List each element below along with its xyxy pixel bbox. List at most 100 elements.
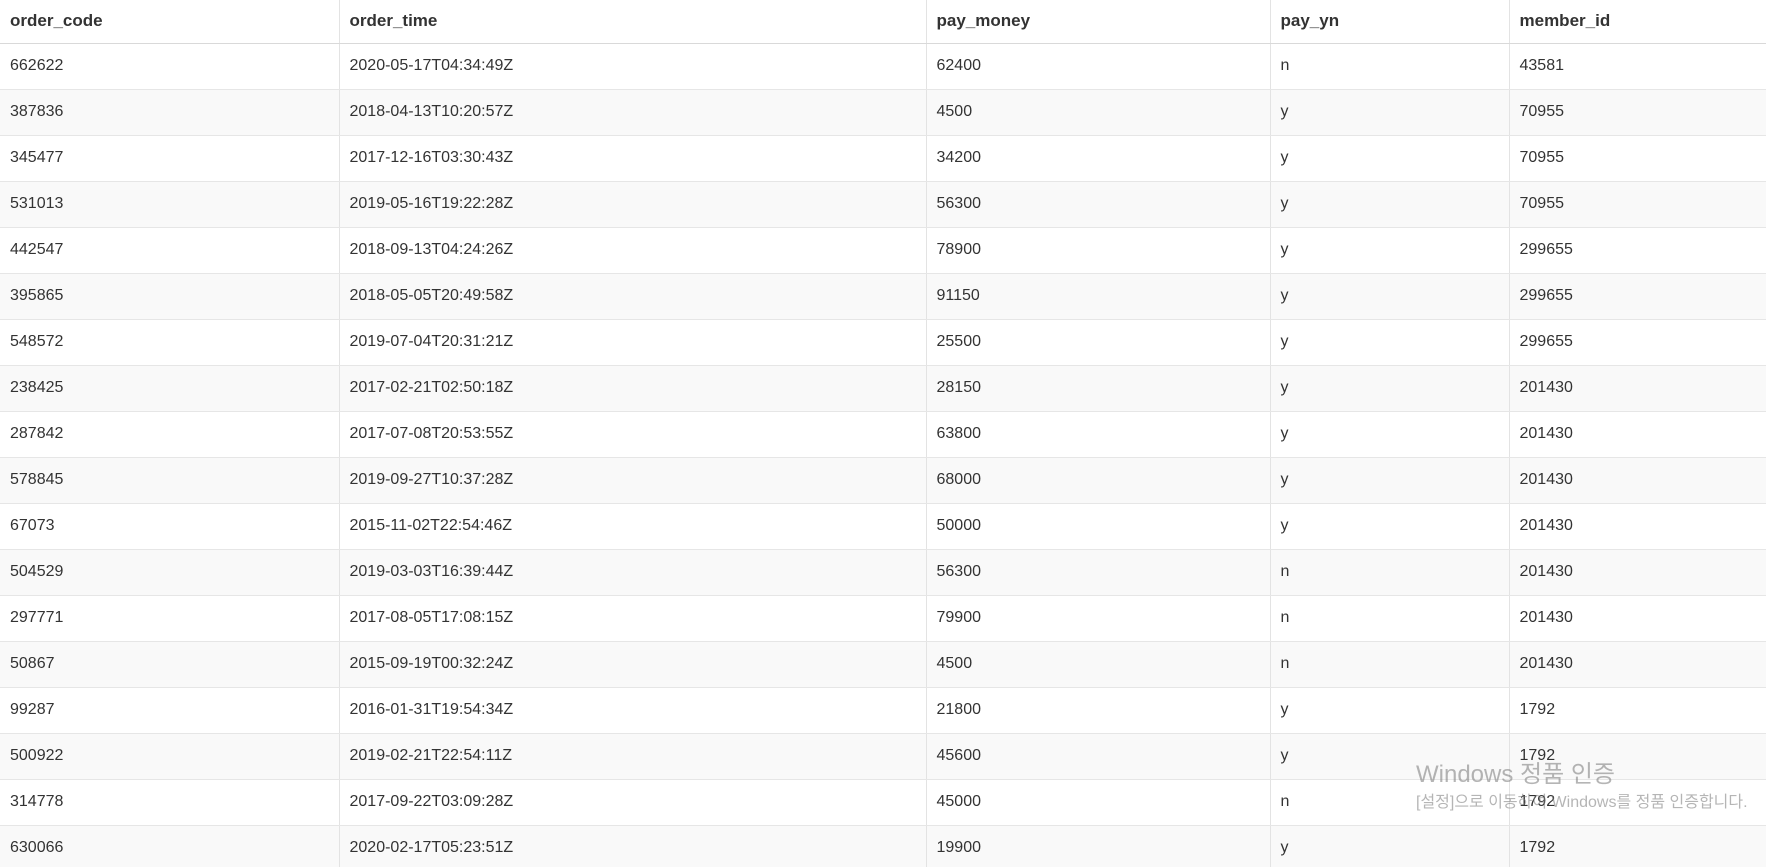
- cell-member-id: 201430: [1508, 457, 1766, 504]
- results-viewport: order_code order_time pay_money pay_yn m…: [0, 0, 1766, 867]
- cell-pay-money: 91150: [925, 273, 1270, 320]
- cell-pay-money: 34200: [925, 135, 1270, 182]
- table-row[interactable]: 287842 2017-07-08T20:53:55Z 63800 y 201430: [0, 411, 1766, 458]
- cell-pay-money: 4500: [925, 89, 1270, 136]
- cell-member-id: 1792: [1508, 733, 1766, 780]
- cell-pay-money: 56300: [925, 181, 1270, 228]
- table-row[interactable]: 314778 2017-09-22T03:09:28Z 45000 n 1792: [0, 779, 1766, 826]
- cell-member-id: 1792: [1508, 779, 1766, 826]
- cell-order-code: 662622: [0, 43, 339, 90]
- cell-member-id: 201430: [1508, 365, 1766, 412]
- cell-order-code: 500922: [0, 733, 339, 780]
- table-row[interactable]: 99287 2016-01-31T19:54:34Z 21800 y 1792: [0, 687, 1766, 734]
- cell-order-time: 2016-01-31T19:54:34Z: [338, 687, 926, 734]
- cell-pay-yn: y: [1269, 411, 1509, 458]
- table-row[interactable]: 548572 2019-07-04T20:31:21Z 25500 y 299655: [0, 319, 1766, 366]
- cell-order-code: 297771: [0, 595, 339, 642]
- cell-order-time: 2020-05-17T04:34:49Z: [338, 43, 926, 90]
- cell-order-code: 504529: [0, 549, 339, 596]
- cell-order-time: 2017-02-21T02:50:18Z: [338, 365, 926, 412]
- table-row[interactable]: 67073 2015-11-02T22:54:46Z 50000 y 201430: [0, 503, 1766, 550]
- cell-member-id: 299655: [1508, 319, 1766, 366]
- column-header-member-id[interactable]: member_id: [1508, 0, 1766, 44]
- cell-order-time: 2017-12-16T03:30:43Z: [338, 135, 926, 182]
- cell-order-time: 2019-09-27T10:37:28Z: [338, 457, 926, 504]
- cell-order-code: 578845: [0, 457, 339, 504]
- table-row[interactable]: 630066 2020-02-17T05:23:51Z 19900 y 1792: [0, 825, 1766, 867]
- cell-pay-yn: y: [1269, 733, 1509, 780]
- header-row: order_code order_time pay_money pay_yn m…: [0, 0, 1766, 44]
- cell-member-id: 43581: [1508, 43, 1766, 90]
- cell-pay-money: 78900: [925, 227, 1270, 274]
- cell-pay-yn: n: [1269, 43, 1509, 90]
- column-header-order-time[interactable]: order_time: [338, 0, 926, 44]
- cell-pay-money: 79900: [925, 595, 1270, 642]
- cell-order-time: 2019-07-04T20:31:21Z: [338, 319, 926, 366]
- cell-member-id: 70955: [1508, 89, 1766, 136]
- cell-pay-yn: y: [1269, 273, 1509, 320]
- cell-member-id: 70955: [1508, 135, 1766, 182]
- cell-pay-yn: y: [1269, 89, 1509, 136]
- cell-member-id: 201430: [1508, 411, 1766, 458]
- cell-pay-money: 62400: [925, 43, 1270, 90]
- cell-order-code: 630066: [0, 825, 339, 867]
- table-row[interactable]: 442547 2018-09-13T04:24:26Z 78900 y 299655: [0, 227, 1766, 274]
- table-row[interactable]: 238425 2017-02-21T02:50:18Z 28150 y 201430: [0, 365, 1766, 412]
- table-row[interactable]: 50867 2015-09-19T00:32:24Z 4500 n 201430: [0, 641, 1766, 688]
- cell-order-code: 395865: [0, 273, 339, 320]
- cell-order-time: 2017-09-22T03:09:28Z: [338, 779, 926, 826]
- cell-order-time: 2017-07-08T20:53:55Z: [338, 411, 926, 458]
- cell-pay-yn: y: [1269, 365, 1509, 412]
- cell-member-id: 201430: [1508, 549, 1766, 596]
- cell-pay-yn: n: [1269, 595, 1509, 642]
- cell-order-time: 2015-09-19T00:32:24Z: [338, 641, 926, 688]
- cell-order-time: 2017-08-05T17:08:15Z: [338, 595, 926, 642]
- cell-pay-money: 68000: [925, 457, 1270, 504]
- cell-order-time: 2018-04-13T10:20:57Z: [338, 89, 926, 136]
- table-row[interactable]: 578845 2019-09-27T10:37:28Z 68000 y 201430: [0, 457, 1766, 504]
- table-row[interactable]: 297771 2017-08-05T17:08:15Z 79900 n 201430: [0, 595, 1766, 642]
- cell-order-code: 67073: [0, 503, 339, 550]
- cell-order-code: 287842: [0, 411, 339, 458]
- cell-order-code: 345477: [0, 135, 339, 182]
- cell-order-code: 50867: [0, 641, 339, 688]
- table-row[interactable]: 395865 2018-05-05T20:49:58Z 91150 y 299655: [0, 273, 1766, 320]
- cell-pay-money: 63800: [925, 411, 1270, 458]
- column-header-pay-yn[interactable]: pay_yn: [1269, 0, 1509, 44]
- cell-member-id: 299655: [1508, 273, 1766, 320]
- cell-order-time: 2019-03-03T16:39:44Z: [338, 549, 926, 596]
- cell-order-code: 548572: [0, 319, 339, 366]
- cell-order-time: 2020-02-17T05:23:51Z: [338, 825, 926, 867]
- column-header-order-code[interactable]: order_code: [0, 0, 339, 44]
- cell-pay-yn: y: [1269, 135, 1509, 182]
- cell-member-id: 299655: [1508, 227, 1766, 274]
- cell-pay-money: 21800: [925, 687, 1270, 734]
- cell-member-id: 70955: [1508, 181, 1766, 228]
- cell-pay-yn: n: [1269, 641, 1509, 688]
- cell-order-time: 2019-02-21T22:54:11Z: [338, 733, 926, 780]
- cell-pay-money: 25500: [925, 319, 1270, 366]
- cell-member-id: 201430: [1508, 503, 1766, 550]
- table-row[interactable]: 500922 2019-02-21T22:54:11Z 45600 y 1792: [0, 733, 1766, 780]
- table-row[interactable]: 662622 2020-05-17T04:34:49Z 62400 n 43581: [0, 43, 1766, 90]
- table-row[interactable]: 387836 2018-04-13T10:20:57Z 4500 y 70955: [0, 89, 1766, 136]
- cell-pay-money: 28150: [925, 365, 1270, 412]
- table-row[interactable]: 504529 2019-03-03T16:39:44Z 56300 n 201430: [0, 549, 1766, 596]
- cell-pay-yn: y: [1269, 227, 1509, 274]
- table-body: 662622 2020-05-17T04:34:49Z 62400 n 43581 387…: [0, 43, 1766, 867]
- cell-order-code: 531013: [0, 181, 339, 228]
- cell-pay-money: 4500: [925, 641, 1270, 688]
- cell-pay-money: 56300: [925, 549, 1270, 596]
- cell-pay-yn: y: [1269, 687, 1509, 734]
- cell-member-id: 1792: [1508, 825, 1766, 867]
- cell-order-code: 387836: [0, 89, 339, 136]
- column-header-pay-money[interactable]: pay_money: [925, 0, 1270, 44]
- cell-pay-money: 45000: [925, 779, 1270, 826]
- cell-pay-yn: y: [1269, 319, 1509, 366]
- cell-pay-yn: y: [1269, 503, 1509, 550]
- cell-pay-yn: y: [1269, 181, 1509, 228]
- table-row[interactable]: 531013 2019-05-16T19:22:28Z 56300 y 70955: [0, 181, 1766, 228]
- cell-pay-yn: n: [1269, 549, 1509, 596]
- cell-order-code: 238425: [0, 365, 339, 412]
- table-row[interactable]: 345477 2017-12-16T03:30:43Z 34200 y 70955: [0, 135, 1766, 182]
